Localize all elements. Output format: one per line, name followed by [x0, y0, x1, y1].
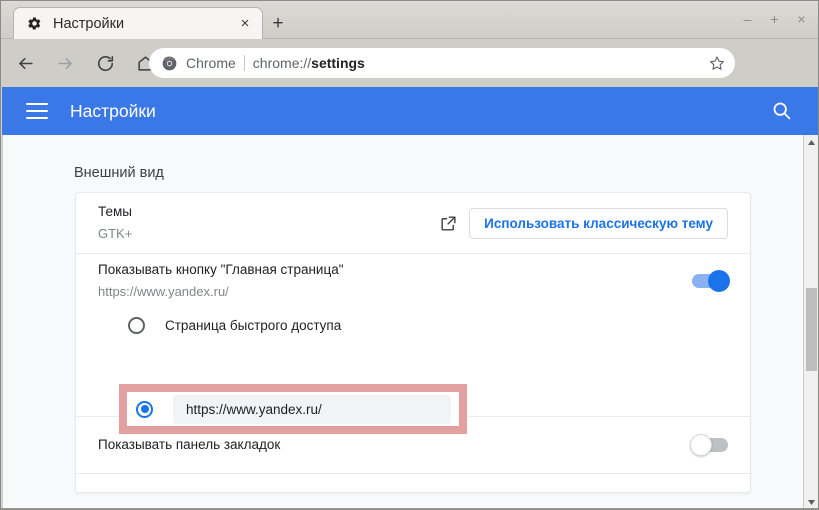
- arrow-left-icon[interactable]: [9, 47, 41, 79]
- themes-subtitle: GTK+: [98, 226, 133, 241]
- url-path: settings: [311, 55, 365, 71]
- bookmarks-bar-title: Показывать панель закладок: [98, 437, 281, 452]
- close-window-button[interactable]: ×: [789, 7, 814, 31]
- tab-strip: Настройки × + – + ×: [1, 1, 818, 39]
- radio-new-tab-label: Страница быстрого доступа: [165, 317, 342, 333]
- star-outline-icon[interactable]: [706, 52, 728, 74]
- settings-content: Внешний вид Темы GTK+ Использовать класс…: [2, 135, 805, 509]
- toggle-knob: [708, 270, 730, 292]
- use-classic-theme-button[interactable]: Использовать классическую тему: [469, 207, 728, 239]
- open-in-new-icon[interactable]: [431, 206, 465, 240]
- scrollbar-thumb[interactable]: [806, 288, 817, 371]
- minimize-button[interactable]: –: [735, 7, 760, 31]
- themes-text: Темы GTK+: [98, 202, 431, 244]
- home-button-title: Показывать кнопку "Главная страница": [98, 262, 344, 277]
- show-home-button-toggle[interactable]: [692, 270, 730, 292]
- bookmarks-bar-text: Показывать панель закладок: [98, 435, 692, 455]
- arrow-right-icon: [49, 47, 81, 79]
- chrome-logo-icon: [161, 55, 177, 71]
- appearance-card: Темы GTK+ Использовать классическую тему: [75, 192, 751, 493]
- section-title-appearance: Внешний вид: [74, 165, 164, 181]
- browser-tab-settings[interactable]: Настройки ×: [13, 7, 263, 39]
- radio-custom-url[interactable]: [136, 400, 153, 418]
- home-button-text: Показывать кнопку "Главная страница" htt…: [98, 260, 692, 302]
- reload-icon[interactable]: [89, 47, 121, 79]
- radio-new-tab[interactable]: [128, 316, 145, 334]
- vertical-scrollbar[interactable]: [803, 135, 818, 509]
- browser-toolbar: Chrome chrome://settings: [1, 39, 818, 112]
- settings-row-partial: [76, 474, 750, 492]
- window-bottom-edge: [1, 508, 818, 509]
- browser-window: Настройки × + – + × Chrome chrome://sett…: [0, 0, 819, 510]
- settings-row-show-home-button[interactable]: Показывать кнопку "Главная страница" htt…: [76, 254, 750, 308]
- maximize-button[interactable]: +: [762, 7, 787, 31]
- homepage-option-new-tab[interactable]: Страница быстрого доступа: [76, 308, 750, 342]
- homepage-options: Страница быстрого доступа https://www.ya…: [76, 308, 750, 434]
- toggle-knob: [690, 434, 712, 456]
- show-bookmarks-bar-toggle[interactable]: [690, 434, 728, 456]
- settings-row-themes[interactable]: Темы GTK+ Использовать классическую тему: [76, 193, 750, 254]
- new-tab-button[interactable]: +: [263, 10, 293, 38]
- settings-header: Настройки: [2, 87, 818, 135]
- themes-title: Темы: [98, 204, 132, 219]
- home-button-subtitle: https://www.yandex.ru/: [98, 284, 229, 299]
- window-controls: – + ×: [735, 7, 814, 31]
- url-text: chrome://settings: [253, 55, 365, 71]
- divider: [243, 55, 245, 71]
- page-title: Настройки: [70, 100, 156, 121]
- homepage-option-custom-wrapper: https://www.yandex.ru/: [76, 342, 750, 434]
- gear-icon: [26, 15, 43, 32]
- scroll-up-icon[interactable]: [804, 135, 818, 150]
- url-prefix: chrome://: [252, 55, 312, 71]
- tab-title: Настройки: [53, 15, 125, 32]
- search-icon[interactable]: [771, 100, 793, 122]
- address-bar[interactable]: Chrome chrome://settings: [149, 48, 735, 78]
- settings-row-show-bookmarks-bar[interactable]: Показывать панель закладок: [76, 417, 750, 474]
- close-icon[interactable]: ×: [232, 11, 258, 37]
- site-chip-label: Chrome: [186, 55, 236, 71]
- hamburger-menu-icon[interactable]: [26, 103, 48, 119]
- settings-page: Настройки Внешний вид Темы GTK+ Использо…: [2, 87, 818, 509]
- homepage-group: Показывать кнопку "Главная страница" htt…: [76, 254, 750, 434]
